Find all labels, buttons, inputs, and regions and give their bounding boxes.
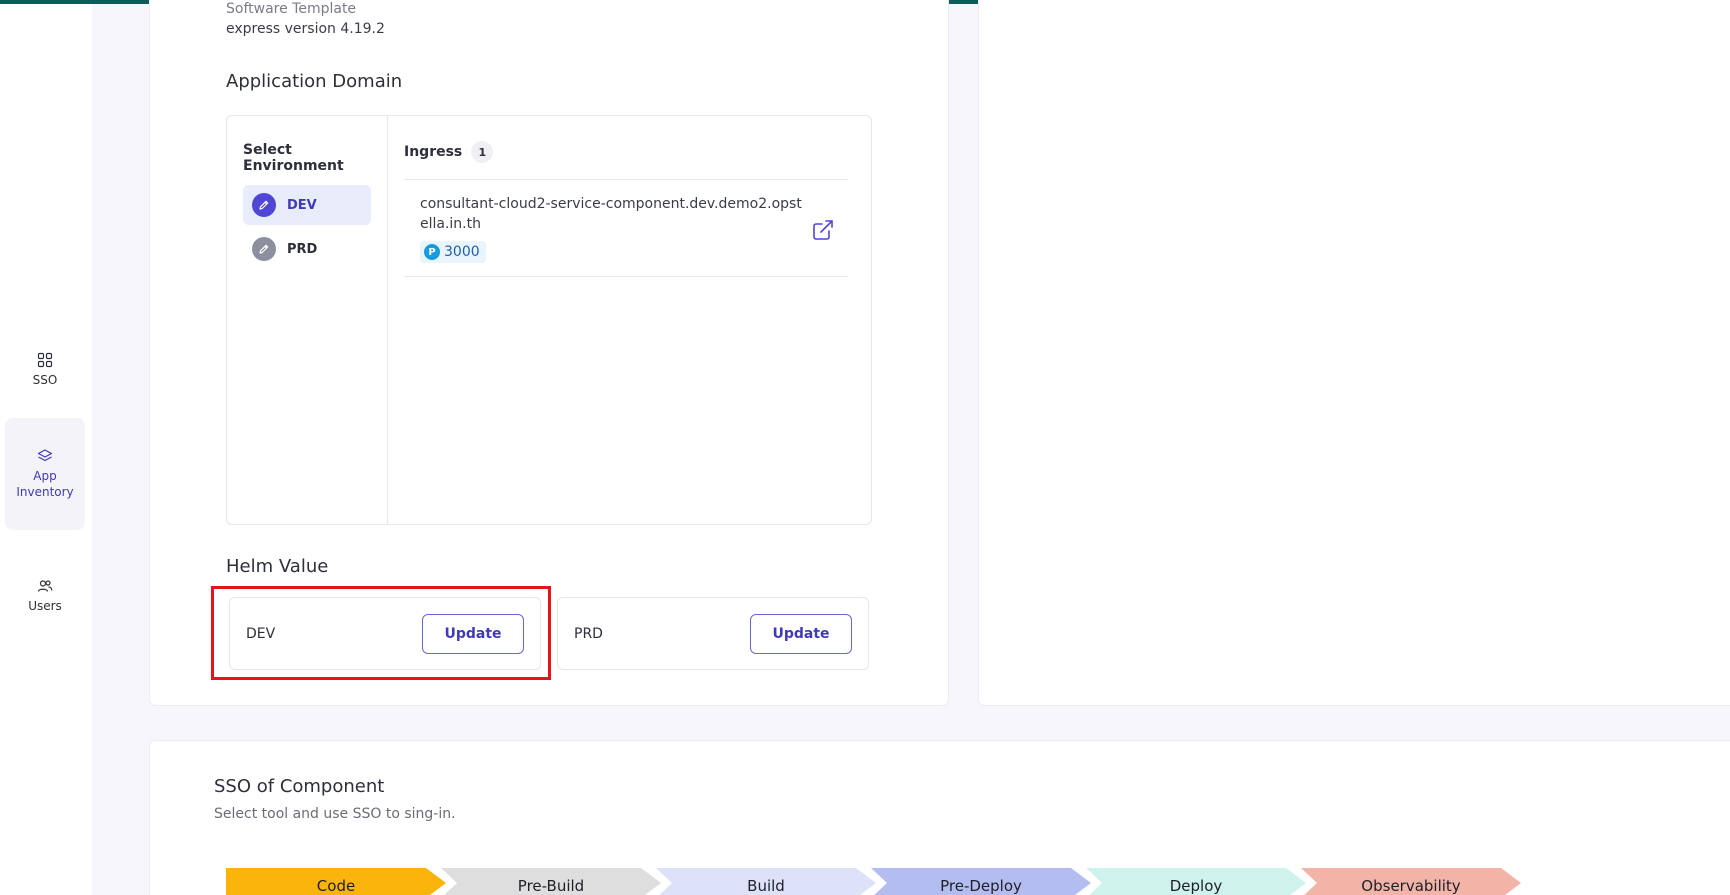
stage-build[interactable]: Build xyxy=(656,868,876,895)
ingress-header: Ingress 1 xyxy=(404,141,494,163)
environment-item-dev[interactable]: DEV xyxy=(243,185,371,225)
stage-pre-build[interactable]: Pre-Build xyxy=(441,868,661,895)
update-button-dev[interactable]: Update xyxy=(422,614,524,654)
stage-deploy[interactable]: Deploy xyxy=(1086,868,1306,895)
sidebar-item-users[interactable]: Users xyxy=(5,568,85,624)
application-domain-panel: Select Environment DEV PRD Ingress 1 con… xyxy=(226,115,872,525)
helm-card-dev: DEV Update xyxy=(229,597,541,670)
port-icon: P xyxy=(424,244,440,260)
pencil-icon xyxy=(252,193,276,217)
helm-value-title: Helm Value xyxy=(226,556,329,577)
port-number: 3000 xyxy=(444,244,480,260)
pipeline-stages: Code Pre-Build Build Pre-Deploy Deploy O… xyxy=(226,868,1526,895)
side-panel-card xyxy=(978,0,1730,706)
environment-label: DEV xyxy=(287,197,317,213)
framework-version: express version 4.19.2 xyxy=(226,21,385,37)
users-icon xyxy=(37,580,53,592)
sidebar-item-label: App Inventory xyxy=(16,469,74,499)
environment-column: Select Environment DEV PRD xyxy=(227,116,388,524)
port-badge: P 3000 xyxy=(420,241,486,263)
sidebar-item-label: SSO xyxy=(32,373,58,387)
sidebar-item-label: Users xyxy=(28,599,62,613)
environment-label: PRD xyxy=(287,241,318,257)
sidebar-item-app-inventory[interactable]: App Inventory xyxy=(5,418,85,530)
stage-observability[interactable]: Observability xyxy=(1301,868,1521,895)
application-domain-title: Application Domain xyxy=(226,71,403,92)
external-link-icon[interactable] xyxy=(811,218,835,242)
stage-pre-deploy[interactable]: Pre-Deploy xyxy=(871,868,1091,895)
grid-icon xyxy=(37,352,53,368)
ingress-label: Ingress xyxy=(404,144,463,160)
sidebar: SSO App Inventory Users xyxy=(0,4,92,895)
pencil-icon xyxy=(252,237,276,261)
helm-env-label: PRD xyxy=(574,626,603,642)
ingress-host: consultant-cloud2-service-component.dev.… xyxy=(420,196,802,232)
sso-section-subtitle: Select tool and use SSO to sing-in. xyxy=(214,806,456,822)
select-environment-label: Select Environment xyxy=(243,142,344,174)
ingress-count-badge: 1 xyxy=(471,141,494,163)
environment-item-prd[interactable]: PRD xyxy=(243,229,371,269)
sidebar-item-sso[interactable]: SSO xyxy=(5,342,85,398)
helm-card-prd: PRD Update xyxy=(557,597,869,670)
software-template-label: Software Template xyxy=(226,1,357,17)
update-button-prd[interactable]: Update xyxy=(750,614,852,654)
helm-env-label: DEV xyxy=(246,626,276,642)
stage-code[interactable]: Code xyxy=(226,868,446,895)
layers-icon xyxy=(37,449,53,462)
sso-section-title: SSO of Component xyxy=(214,776,385,797)
ingress-entry: consultant-cloud2-service-component.dev.… xyxy=(404,179,848,277)
